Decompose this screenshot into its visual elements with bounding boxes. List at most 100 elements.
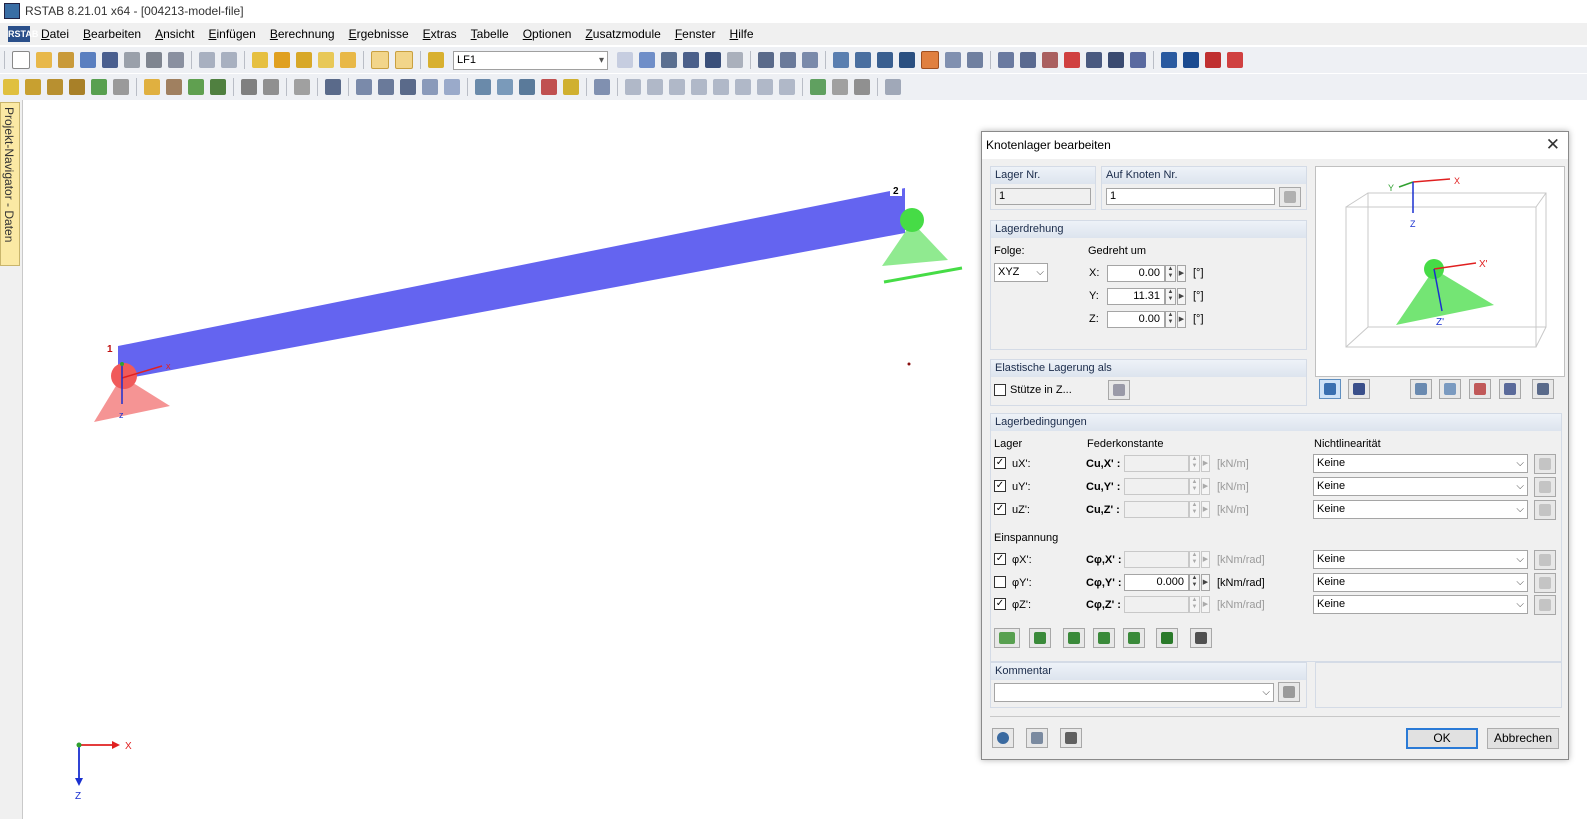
menu-ansicht[interactable]: Ansicht bbox=[148, 27, 201, 41]
dimension-icon[interactable] bbox=[241, 79, 257, 95]
view-y-icon[interactable] bbox=[497, 79, 513, 95]
preview-render-button[interactable] bbox=[1348, 379, 1370, 399]
preview-axes-button[interactable] bbox=[1319, 379, 1341, 399]
window-icon[interactable] bbox=[340, 52, 356, 68]
guide-icon[interactable] bbox=[263, 79, 279, 95]
uy-nonlinear-edit-button[interactable] bbox=[1534, 477, 1556, 497]
result-pz-icon[interactable] bbox=[779, 79, 795, 95]
rot-x-field[interactable]: 0.00 bbox=[1107, 265, 1165, 282]
uy-nonlinear-select[interactable]: Keine ⌵ bbox=[1313, 477, 1528, 496]
project-navigator-tab[interactable]: Projekt-Navigator - Daten bbox=[0, 102, 20, 266]
save-icon[interactable] bbox=[102, 52, 118, 68]
load-set-icon[interactable] bbox=[188, 79, 204, 95]
phiz-nonlinear-edit-button[interactable] bbox=[1534, 595, 1556, 615]
member-icon[interactable] bbox=[25, 79, 41, 95]
search-icon[interactable] bbox=[274, 52, 290, 68]
comment-library-button[interactable] bbox=[1278, 682, 1300, 702]
result-py-icon[interactable] bbox=[757, 79, 773, 95]
cuy-field[interactable] bbox=[1124, 478, 1189, 495]
rotate-icon[interactable] bbox=[1020, 52, 1036, 68]
ux-nonlinear-edit-button[interactable] bbox=[1534, 454, 1556, 474]
support-type-hinged-ground-button[interactable] bbox=[994, 628, 1020, 648]
cphiy-spinner[interactable]: ▲ ▼ bbox=[1189, 574, 1200, 591]
ux-nonlinear-select[interactable]: Keine ⌵ bbox=[1313, 454, 1528, 473]
open-folder-icon[interactable] bbox=[36, 52, 52, 68]
cancel-button[interactable]: Abbrechen bbox=[1487, 728, 1559, 749]
menu-optionen[interactable]: Optionen bbox=[516, 27, 579, 41]
render-icon[interactable] bbox=[1086, 52, 1102, 68]
export-icon[interactable] bbox=[1161, 52, 1177, 68]
menu-berechnung[interactable]: Berechnung bbox=[263, 27, 342, 41]
result-n-icon[interactable] bbox=[625, 79, 641, 95]
cuy-spinner[interactable]: ▲ ▼ bbox=[1189, 478, 1200, 495]
support-type-roller-y-button[interactable] bbox=[1123, 628, 1145, 648]
uy-checkbox[interactable]: ✓ bbox=[994, 480, 1006, 492]
print-report-icon[interactable] bbox=[124, 52, 140, 68]
cphix-more-button[interactable]: ▶ bbox=[1201, 551, 1210, 568]
xxx-icon[interactable] bbox=[727, 52, 743, 68]
preview-zoom-button[interactable] bbox=[1532, 379, 1554, 399]
cuz-field[interactable] bbox=[1124, 501, 1189, 518]
phix-nonlinear-select[interactable]: Keine ⌵ bbox=[1313, 550, 1528, 569]
result-vz-icon[interactable] bbox=[669, 79, 685, 95]
print-preview-icon[interactable] bbox=[168, 52, 184, 68]
move-icon[interactable] bbox=[325, 79, 341, 95]
cphiy-more-button[interactable]: ▶ bbox=[1201, 574, 1210, 591]
zoom-window-icon[interactable] bbox=[356, 79, 372, 95]
edit-notes-button[interactable] bbox=[1026, 728, 1048, 748]
column-edit-button[interactable] bbox=[1108, 380, 1130, 400]
menu-tabelle[interactable]: Tabelle bbox=[464, 27, 516, 41]
3d-view-icon[interactable] bbox=[444, 79, 460, 95]
find-icon[interactable] bbox=[296, 52, 312, 68]
snap-icon[interactable] bbox=[877, 52, 893, 68]
support-type-roller-x-button[interactable] bbox=[1093, 628, 1115, 648]
cphiz-field[interactable] bbox=[1124, 596, 1189, 613]
pdf-export-icon[interactable] bbox=[1227, 52, 1243, 68]
on-nodes-field[interactable]: 1 bbox=[1106, 188, 1275, 205]
node-icon[interactable] bbox=[3, 79, 19, 95]
calc-icon[interactable] bbox=[683, 52, 699, 68]
view-icon[interactable] bbox=[967, 52, 983, 68]
mirror-icon[interactable] bbox=[1042, 52, 1058, 68]
ok-button[interactable]: OK bbox=[1406, 728, 1478, 749]
support-type-roller-button[interactable] bbox=[1063, 628, 1085, 648]
cuz-spinner[interactable]: ▲ ▼ bbox=[1189, 501, 1200, 518]
phiy-nonlinear-edit-button[interactable] bbox=[1534, 573, 1556, 593]
cux-field[interactable] bbox=[1124, 455, 1189, 472]
result-mt-icon[interactable] bbox=[691, 79, 707, 95]
view-negz-icon[interactable] bbox=[541, 79, 557, 95]
render-mode-icon[interactable] bbox=[594, 79, 610, 95]
edit-icon[interactable] bbox=[252, 52, 268, 68]
zoom-icon[interactable] bbox=[378, 79, 394, 95]
preview-view-x-button[interactable] bbox=[1410, 379, 1432, 399]
display-icon[interactable] bbox=[563, 79, 579, 95]
close-icon[interactable]: ✕ bbox=[1546, 135, 1560, 155]
cphiy-field[interactable]: 0.000 bbox=[1124, 574, 1189, 591]
menu-ergebnisse[interactable]: Ergebnisse bbox=[342, 27, 416, 41]
menu-einfuegen[interactable]: Einfügen bbox=[201, 27, 262, 41]
cuz-more-button[interactable]: ▶ bbox=[1201, 501, 1210, 518]
diagram-icon[interactable] bbox=[802, 52, 818, 68]
rot-x-spinner[interactable]: ▲ ▼ bbox=[1165, 265, 1176, 282]
sequence-select[interactable]: XYZ ⌵ bbox=[994, 263, 1048, 282]
phiz-nonlinear-select[interactable]: Keine ⌵ bbox=[1313, 595, 1528, 614]
preview-iso-button[interactable] bbox=[1499, 379, 1521, 399]
ux-checkbox[interactable]: ✓ bbox=[994, 457, 1006, 469]
options-icon[interactable] bbox=[1130, 52, 1146, 68]
cux-more-button[interactable]: ▶ bbox=[1201, 455, 1210, 472]
prev-arrow-icon[interactable] bbox=[617, 52, 633, 68]
hinge-icon[interactable] bbox=[91, 79, 107, 95]
measure-icon[interactable] bbox=[998, 52, 1014, 68]
pick-node-button[interactable] bbox=[1279, 187, 1301, 207]
redo-icon[interactable] bbox=[221, 52, 237, 68]
menu-hilfe[interactable]: Hilfe bbox=[723, 27, 761, 41]
db-icon[interactable] bbox=[80, 52, 96, 68]
undo-icon[interactable] bbox=[199, 52, 215, 68]
zoom-all-icon[interactable] bbox=[400, 79, 416, 95]
mesh-icon[interactable] bbox=[899, 52, 915, 68]
support-2-hinge[interactable] bbox=[900, 208, 924, 232]
view-z-icon[interactable] bbox=[519, 79, 535, 95]
support-reaction-icon[interactable] bbox=[810, 79, 826, 95]
delete-icon[interactable] bbox=[1064, 52, 1080, 68]
grid-icon[interactable] bbox=[855, 52, 871, 68]
